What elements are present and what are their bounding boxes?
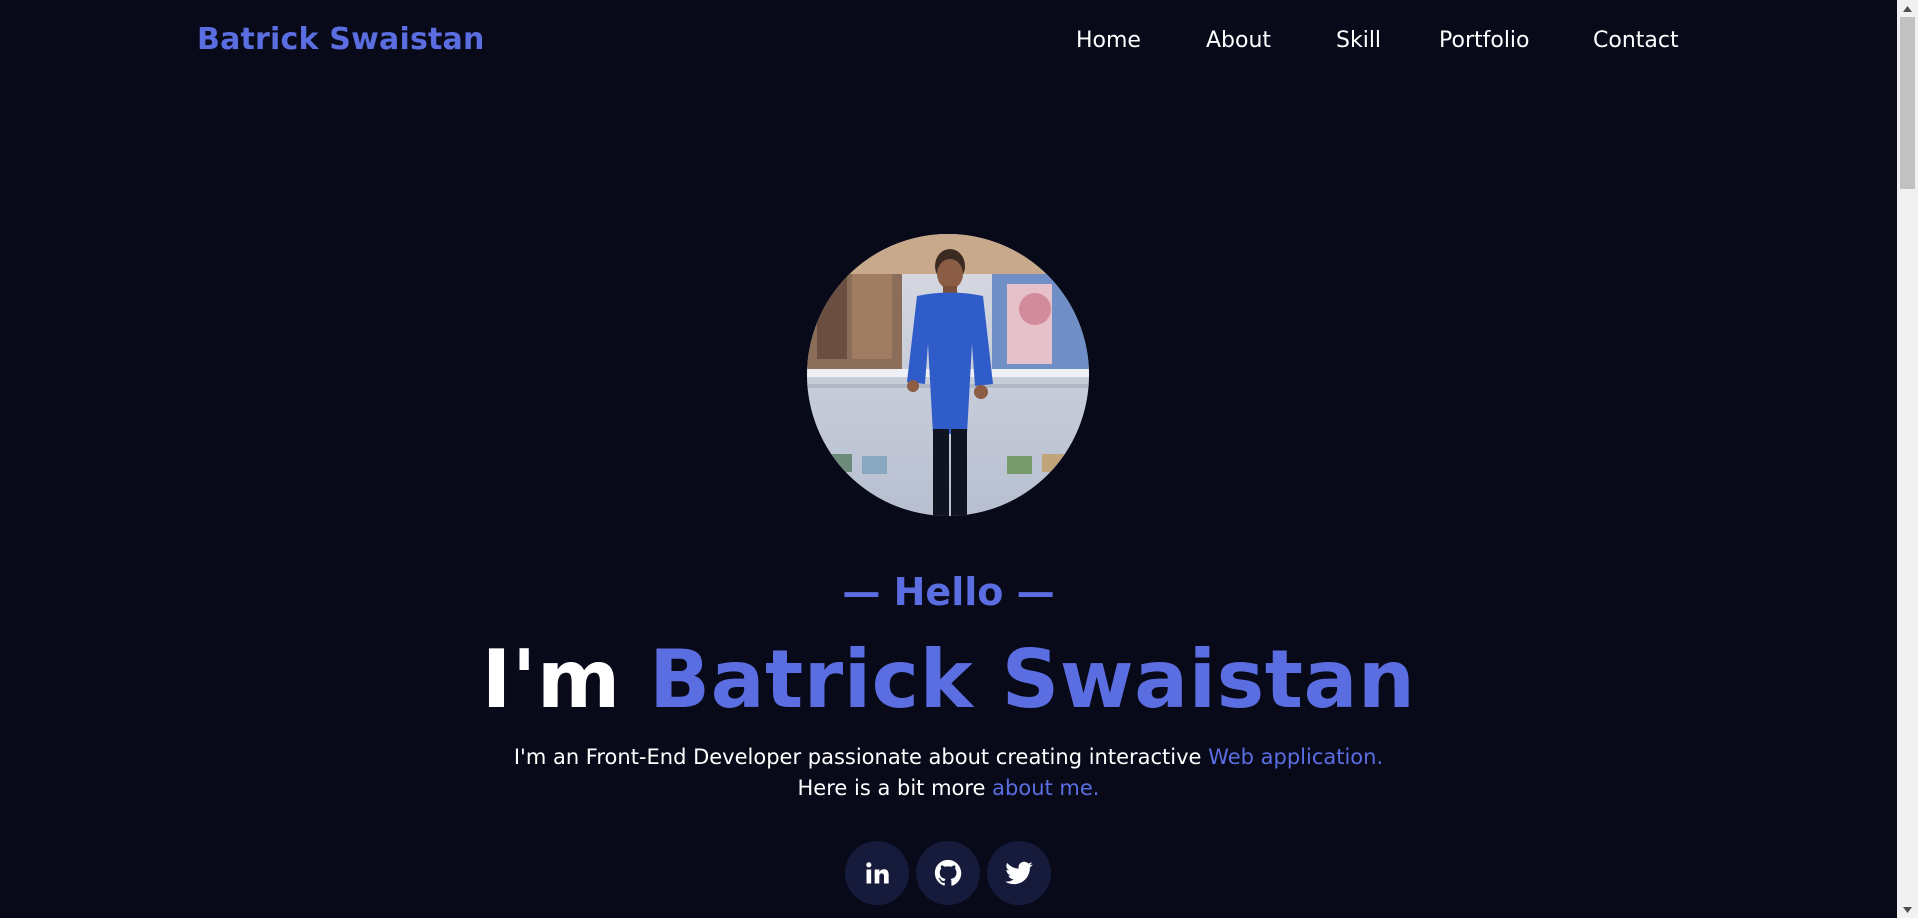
scrollbar-thumb[interactable] <box>1900 17 1915 189</box>
intro-line2-text: Here is a bit more <box>797 776 986 800</box>
headline-prefix: I'm <box>481 633 621 726</box>
github-icon <box>934 859 962 886</box>
page: Batrick Swaistan Home About Skill Portfo… <box>0 0 1897 918</box>
github-button[interactable] <box>916 841 980 905</box>
about-me-link[interactable]: about me. <box>992 776 1099 800</box>
nav-contact[interactable]: Contact <box>1593 28 1679 53</box>
profile-photo <box>807 234 1089 516</box>
linkedin-icon <box>866 862 889 884</box>
page-scrollbar[interactable] <box>1897 0 1918 918</box>
scroll-down-arrow-icon[interactable] <box>1897 901 1918 918</box>
intro-line1-text: I'm an Front-End Developer passionate ab… <box>513 745 1202 769</box>
hello-tagline: — Hello — <box>842 570 1055 614</box>
nav-about[interactable]: About <box>1206 28 1271 53</box>
twitter-icon <box>1005 861 1033 885</box>
twitter-button[interactable] <box>987 841 1051 905</box>
scroll-up-arrow-icon[interactable] <box>1897 0 1918 17</box>
profile-photo-image <box>807 234 1089 516</box>
nav-skill[interactable]: Skill <box>1336 28 1381 53</box>
headline-name: Batrick Swaistan <box>649 633 1416 726</box>
nav-portfolio[interactable]: Portfolio <box>1439 28 1530 53</box>
top-navbar: Batrick Swaistan Home About Skill Portfo… <box>0 0 1897 84</box>
hero-headline: I'm Batrick Swaistan <box>0 633 1897 726</box>
hero-intro: I'm an Front-End Developer passionate ab… <box>0 742 1897 804</box>
web-application-link[interactable]: Web application. <box>1208 745 1383 769</box>
linkedin-button[interactable] <box>845 841 909 905</box>
brand-logo[interactable]: Batrick Swaistan <box>197 22 485 57</box>
nav-home[interactable]: Home <box>1076 28 1141 53</box>
